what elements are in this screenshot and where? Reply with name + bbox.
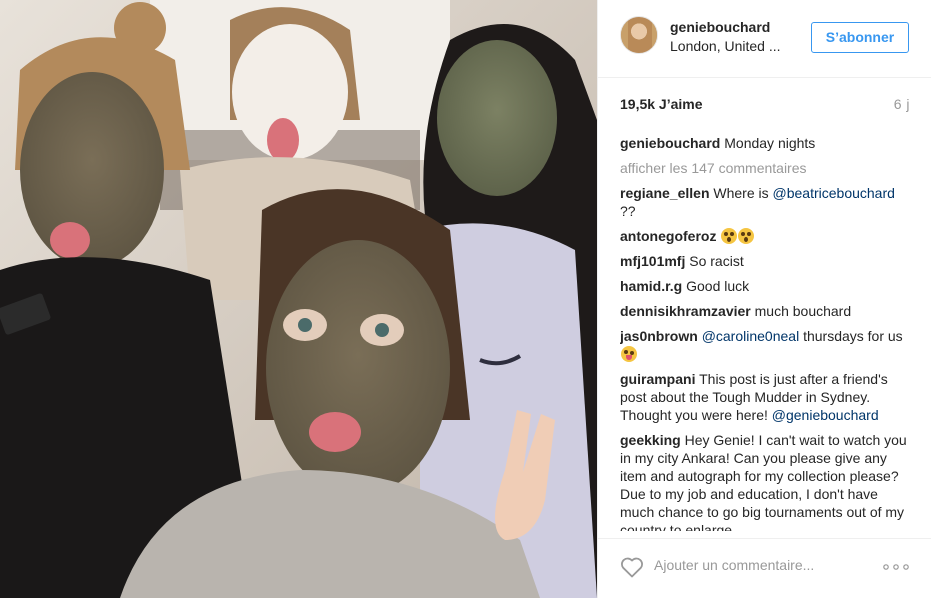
comment-text: much bouchard: [754, 303, 852, 319]
like-count[interactable]: 19,5k J’aime: [620, 96, 703, 112]
heart-icon[interactable]: [620, 556, 644, 578]
comment-bar: [598, 538, 931, 598]
comment-text: ??: [620, 203, 636, 219]
comment-list[interactable]: geniebouchard Monday nights afficher les…: [620, 134, 910, 531]
comment-text: So racist: [689, 253, 744, 269]
post-side-panel: geniebouchard London, United ... S’abonn…: [597, 0, 931, 598]
shocked-face-icon: [738, 228, 755, 244]
tongue-face-icon: [621, 346, 637, 362]
more-options-icon[interactable]: [883, 564, 909, 570]
comment-username[interactable]: antonegoferoz: [620, 228, 716, 244]
comment-username[interactable]: regiane_ellen: [620, 185, 710, 201]
comment-username[interactable]: mfj101mfj: [620, 253, 685, 269]
load-more-comments-link[interactable]: afficher les 147 commentaires: [620, 159, 910, 177]
add-comment-input[interactable]: [654, 553, 874, 577]
shocked-face-icon: [721, 228, 738, 244]
post-stats: 19,5k J’aime 6 j: [620, 96, 910, 116]
comment-item: guirampani This post is just after a fri…: [620, 370, 910, 424]
caption-username[interactable]: geniebouchard: [620, 135, 720, 151]
comment-mention[interactable]: @caroline0neal: [702, 328, 800, 344]
post-photo-image: [0, 0, 597, 598]
comment-username[interactable]: jas0nbrown: [620, 328, 698, 344]
comment-username[interactable]: geekking: [620, 432, 681, 448]
comment-text: Where is: [713, 185, 773, 201]
comment-item: dennisikhramzavier much bouchard: [620, 302, 910, 320]
comment-username[interactable]: hamid.r.g: [620, 278, 682, 294]
caption-text: Monday nights: [724, 135, 816, 151]
comment-text: Good luck: [686, 278, 750, 294]
comment-mention[interactable]: @beatricebouchard: [773, 185, 895, 201]
comment-item: jas0nbrown @caroline0neal thursdays for …: [620, 327, 910, 363]
comment-item: hamid.r.g Good luck: [620, 277, 910, 295]
caption: geniebouchard Monday nights: [620, 134, 910, 152]
comment-username[interactable]: dennisikhramzavier: [620, 303, 751, 319]
comment-item: mfj101mfj So racist: [620, 252, 910, 270]
comment-text: thursdays for us: [799, 328, 903, 344]
author-username[interactable]: geniebouchard: [670, 19, 770, 35]
author-location[interactable]: London, United ...: [670, 38, 781, 54]
comment-mention[interactable]: @geniebouchard: [772, 407, 879, 423]
post-photo[interactable]: [0, 0, 597, 598]
comment-item: antonegoferoz: [620, 227, 910, 245]
post-header: geniebouchard London, United ... S’abonn…: [598, 0, 931, 78]
comment-item: regiane_ellen Where is @beatricebouchard…: [620, 184, 910, 220]
post-age[interactable]: 6 j: [894, 96, 910, 112]
avatar[interactable]: [620, 16, 658, 54]
follow-button[interactable]: S’abonner: [811, 22, 909, 53]
comment-item: geekking Hey Genie! I can't wait to watc…: [620, 431, 910, 531]
comment-username[interactable]: guirampani: [620, 371, 695, 387]
